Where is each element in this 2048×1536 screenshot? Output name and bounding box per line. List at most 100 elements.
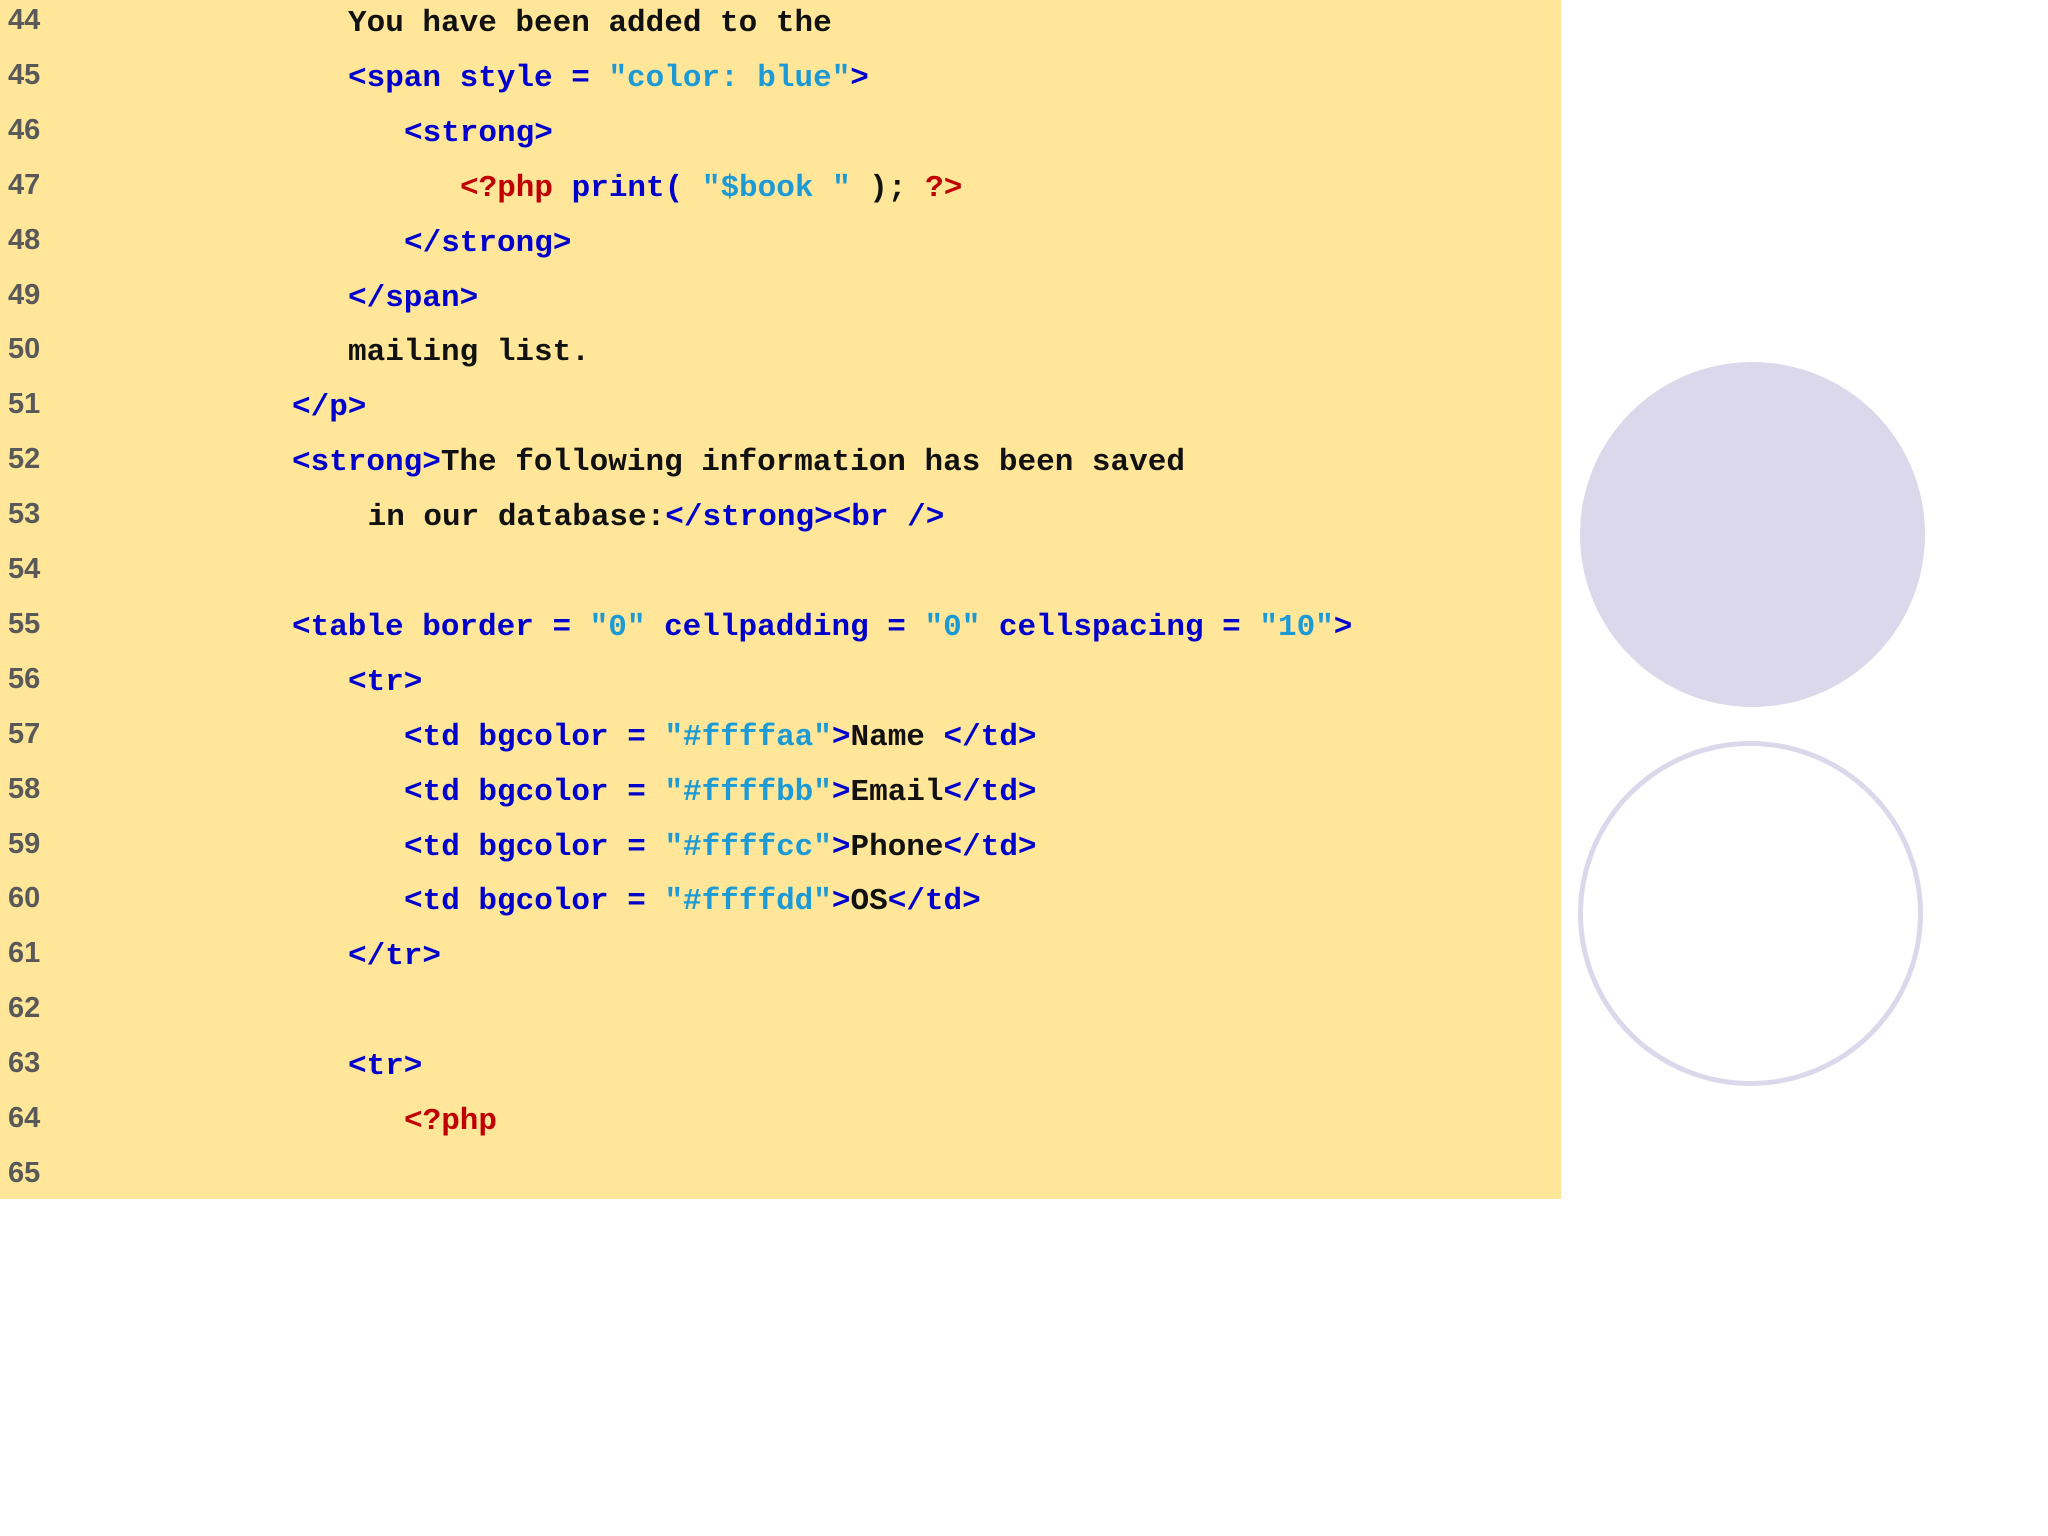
code-token-markup: > — [1333, 609, 1353, 645]
code-token-plain: The following information has been saved — [440, 445, 1185, 481]
code-token-string: "#ffffcc" — [664, 829, 832, 865]
code-text: in our database:</strong><br /> — [368, 498, 945, 538]
code-token-markup: <td bgcolor = — [404, 719, 665, 755]
code-token-plain: Name — [850, 719, 944, 755]
code-text: <td bgcolor = "#ffffbb">Email</td> — [404, 773, 1037, 813]
code-text: </strong> — [404, 224, 571, 264]
line-number: 64 — [8, 1102, 41, 1134]
code-line: 46 <strong> — [0, 112, 1561, 166]
code-token-plain: Phone — [850, 829, 944, 865]
code-token-markup: <td bgcolor = — [404, 774, 665, 810]
code-token-markup: </span> — [348, 280, 479, 316]
code-text: <tr> — [348, 663, 422, 703]
code-text: </p> — [292, 388, 366, 428]
code-token-markup: > — [831, 774, 851, 810]
line-number: 45 — [8, 58, 41, 91]
code-token-markup: <tr> — [348, 664, 423, 700]
code-token-markup: </strong> — [404, 225, 572, 261]
line-number: 61 — [8, 937, 41, 970]
code-token-markup: <table border = — [292, 609, 590, 645]
line-number: 65 — [8, 1156, 41, 1189]
code-text: You have been added to the — [348, 4, 832, 44]
code-line: 49 </span> — [0, 277, 1561, 331]
code-line: 63 <tr> — [0, 1045, 1561, 1099]
code-token-string: "#ffffaa" — [664, 719, 832, 755]
code-line: 56 <tr> — [0, 661, 1561, 715]
code-token-php: <?php — [460, 170, 554, 206]
code-line: 58 <td bgcolor = "#ffffbb">Email</td> — [0, 771, 1561, 825]
decorative-outline-circle — [1578, 741, 1923, 1086]
code-token-markup: cellspacing = — [980, 609, 1260, 645]
code-text: mailing list. — [348, 333, 590, 373]
code-token-plain: Email — [850, 774, 944, 810]
line-number: 49 — [8, 278, 41, 311]
code-line: 51 </p> — [0, 386, 1561, 440]
code-token-string: "10" — [1259, 609, 1334, 645]
code-token-markup: > — [831, 719, 851, 755]
code-line: 61 </tr> — [0, 935, 1561, 989]
code-text: </tr> — [348, 937, 441, 977]
line-number: 58 — [8, 772, 41, 805]
code-token-markup: > — [831, 884, 851, 920]
code-line: 64 <?php — [0, 1100, 1561, 1154]
code-line: 52 <strong>The following information has … — [0, 441, 1561, 495]
code-token-string: "0" — [924, 609, 981, 645]
code-line: 48 </strong> — [0, 222, 1561, 276]
line-number: 60 — [8, 882, 41, 915]
code-text: </span> — [348, 279, 478, 319]
code-text: <?php — [404, 1102, 497, 1142]
line-number: 51 — [8, 388, 41, 421]
line-number: 48 — [8, 223, 41, 256]
code-token-markup: </td> — [943, 829, 1037, 865]
code-token-markup: > — [831, 829, 851, 865]
code-token-string: "0" — [589, 609, 646, 645]
code-token-markup: <td bgcolor = — [404, 884, 665, 920]
line-number: 50 — [8, 333, 41, 366]
code-listing-panel: 44 You have been added to the 45 <span styl… — [0, 0, 1561, 1199]
code-token-markup: </strong><br /> — [665, 500, 945, 536]
code-token-markup: <span style = — [348, 60, 609, 96]
code-token-markup: <td bgcolor = — [404, 829, 665, 865]
code-text: <td bgcolor = "#ffffaa">Name </td> — [404, 718, 1037, 758]
code-line: 62 — [0, 990, 1561, 1044]
code-text: <?php print( "$book " ); ?> — [460, 169, 962, 209]
code-token-markup: > — [850, 60, 869, 96]
line-number: 52 — [8, 443, 41, 476]
code-token-markup: cellpadding = — [645, 609, 925, 645]
code-token-markup: <strong> — [292, 445, 441, 481]
line-number: 57 — [8, 717, 41, 750]
decorative-filled-circle — [1580, 362, 1925, 707]
code-token-markup: <tr> — [348, 1049, 423, 1085]
code-text: <strong>The following information has be… — [292, 443, 1185, 483]
line-number: 55 — [8, 607, 41, 640]
code-token-markup: </tr> — [348, 939, 442, 975]
line-number: 63 — [8, 1047, 41, 1080]
line-number: 47 — [8, 168, 41, 201]
code-token-php: <?php — [404, 1104, 498, 1139]
line-number: 44 — [8, 4, 41, 36]
code-line: 60 <td bgcolor = "#ffffdd">OS</td> — [0, 880, 1561, 934]
code-token-plain: mailing list. — [348, 335, 590, 371]
code-text: <table border = "0" cellpadding = "0" ce… — [292, 608, 1352, 648]
code-line: 65 — [0, 1155, 1561, 1209]
code-token-string: "#ffffbb" — [664, 774, 832, 810]
code-line: 45 <span style = "color: blue"> — [0, 57, 1561, 111]
code-token-plain: ); — [850, 170, 926, 206]
line-number: 62 — [8, 992, 41, 1025]
code-token-markup: <strong> — [404, 115, 553, 151]
code-token-markup: </td> — [943, 719, 1037, 755]
code-line: 50 mailing list. — [0, 331, 1561, 385]
code-token-string: "$book " — [701, 170, 851, 206]
code-token-markup: </td> — [943, 774, 1037, 810]
code-token-markup: print( — [553, 170, 702, 206]
code-text: <td bgcolor = "#ffffcc">Phone</td> — [404, 828, 1037, 868]
code-token-string: "#ffffdd" — [664, 884, 832, 920]
line-number: 59 — [8, 827, 41, 860]
code-token-markup: </td> — [887, 884, 981, 920]
code-line: 55 <table border = "0" cellpadding = "0" … — [0, 606, 1561, 660]
code-token-markup: </p> — [292, 390, 367, 426]
code-text: <span style = "color: blue"> — [348, 59, 869, 99]
code-line: 59 <td bgcolor = "#ffffcc">Phone</td> — [0, 826, 1561, 880]
code-line: 44 You have been added to the — [0, 2, 1561, 56]
code-token-string: "color: blue" — [608, 60, 851, 96]
